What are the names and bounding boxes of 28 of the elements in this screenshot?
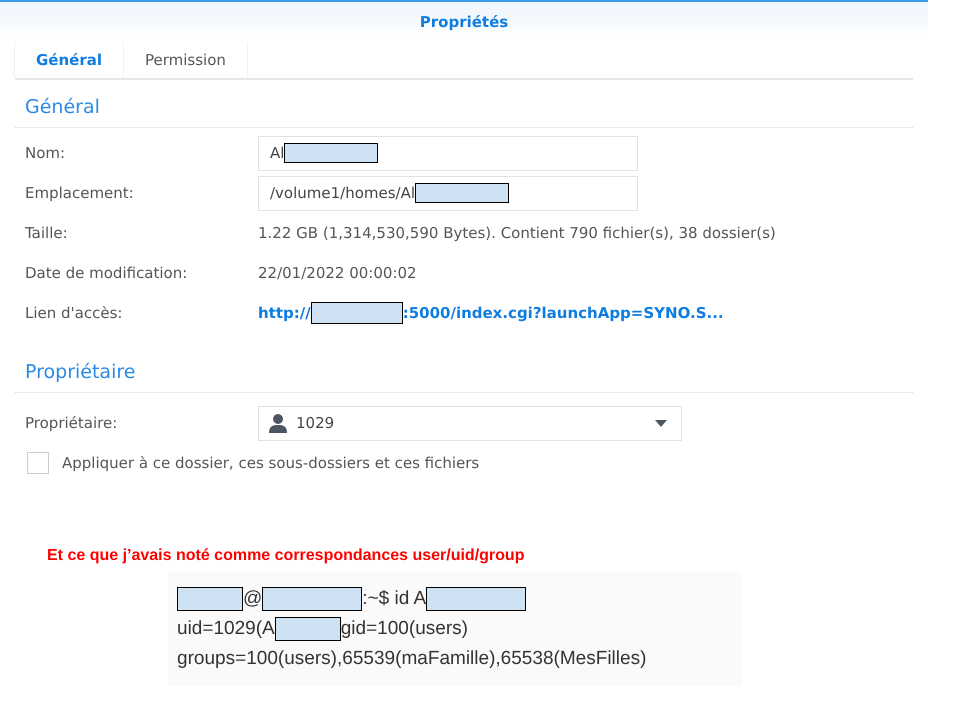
text-field[interactable]: /volume1/homes/Al xyxy=(258,176,638,210)
field-label: Taille: xyxy=(25,222,69,244)
section-heading: Propriétaire xyxy=(25,360,136,384)
field-label: Emplacement: xyxy=(25,182,135,204)
terminal-line: uid=1029(A xyxy=(177,617,275,641)
section-heading: Général xyxy=(25,94,100,120)
terminal-line: :~$ id A xyxy=(362,587,426,611)
checkbox[interactable] xyxy=(27,452,49,474)
field-label: Lien d'accès: xyxy=(25,302,124,324)
window-title: Propriétés xyxy=(420,12,508,33)
annotation-note: Et ce que j’avais noté comme correspondances user/uid/group xyxy=(47,547,524,564)
caret-icon xyxy=(655,420,667,426)
terminal-line: groups=100(users),65539(maFamille),65538(MesFilles) xyxy=(177,647,646,671)
field-value: 22/01/2022 00:00:02 xyxy=(258,262,417,284)
field-label: Date de modification: xyxy=(25,262,188,284)
redaction-box xyxy=(177,587,243,611)
text-field[interactable]: Al xyxy=(258,136,638,170)
owner-dropdown[interactable]: 1029 xyxy=(258,406,682,440)
field-label: Nom: xyxy=(25,142,66,164)
tab[interactable]: Permission xyxy=(123,42,248,78)
terminal-line: gid=100(users) xyxy=(340,617,468,641)
terminal-line: @ xyxy=(243,587,262,611)
field-label: Propriétaire: xyxy=(25,412,118,434)
tab[interactable]: Général xyxy=(14,42,124,78)
field-value: 1.22 GB (1,314,530,590 Bytes). Contient 790 fichier(s), 38 dossier(s) xyxy=(258,222,776,244)
checkbox-label: Appliquer à ce dossier, ces sous-dossiers et ces fichiers xyxy=(62,452,480,474)
redaction-box xyxy=(274,617,341,641)
user-icon xyxy=(269,413,287,433)
